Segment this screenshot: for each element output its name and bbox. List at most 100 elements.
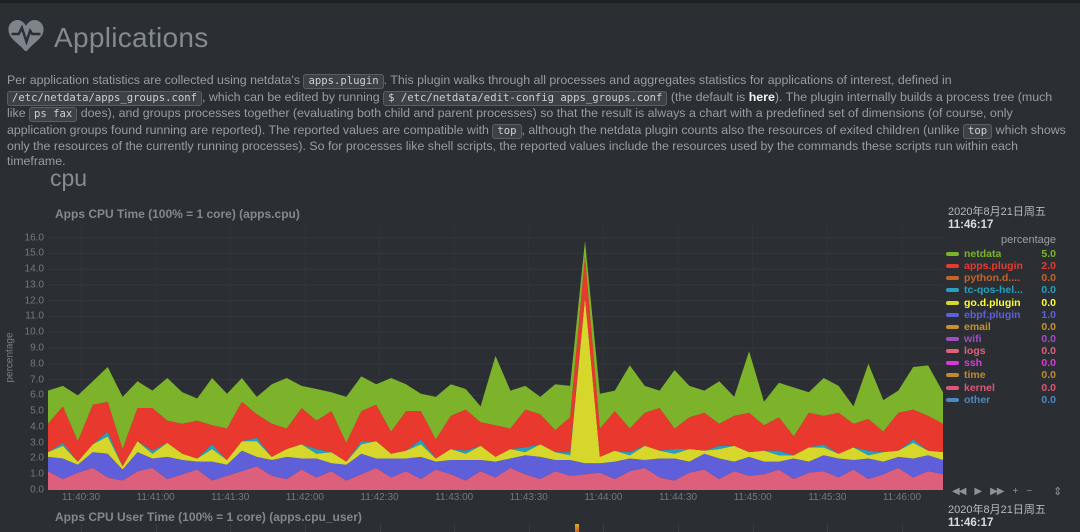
inline-code: top xyxy=(492,123,522,139)
legend-item-logs[interactable]: logs 0.0 xyxy=(946,345,1056,357)
chart1-title: Apps CPU Time (100% = 1 core) (apps.cpu) xyxy=(55,207,300,221)
legend-swatch xyxy=(946,373,959,378)
zoom-in-icon[interactable]: + xyxy=(1012,486,1018,497)
legend-label: apps.plugin xyxy=(964,260,1023,273)
legend-item-email[interactable]: email 0.0 xyxy=(946,321,1056,333)
x-tick-label: 11:42:00 xyxy=(285,492,324,503)
legend-label: logs xyxy=(964,345,986,358)
chart2-gridline xyxy=(81,524,82,532)
chart2-gridline xyxy=(603,524,604,532)
legend-item-other[interactable]: other 0.0 xyxy=(946,394,1056,406)
legend-swatch xyxy=(946,288,959,293)
legend-item-wifi[interactable]: wifi 0.0 xyxy=(946,333,1056,345)
legend-item-apps-plugin[interactable]: apps.plugin 2.0 xyxy=(946,260,1056,272)
chart2-plot-sliver[interactable] xyxy=(48,524,943,532)
y-tick-label: 6.0 xyxy=(30,389,44,401)
intro-text: (the default is xyxy=(667,89,749,104)
x-tick-label: 11:46:00 xyxy=(882,492,922,503)
y-tick-label: 7.0 xyxy=(30,374,44,386)
legend-value: 0.0 xyxy=(1041,345,1056,358)
y-tick-label: 0.0 xyxy=(30,484,44,496)
legend-value: 0.0 xyxy=(1041,333,1056,346)
chart2-title: Apps CPU User Time (100% = 1 core) (apps… xyxy=(55,510,362,524)
legend-label: go.d.plugin xyxy=(964,296,1021,309)
legend-value: 0.0 xyxy=(1041,381,1056,394)
y-tick-label: 15.0 xyxy=(24,247,44,259)
here-link[interactable]: here xyxy=(749,90,775,104)
x-tick-label: 11:40:30 xyxy=(61,492,101,503)
legend-value: 0.0 xyxy=(1041,357,1056,370)
legend-item-time[interactable]: time 0.0 xyxy=(946,369,1056,381)
legend-label: ssh xyxy=(964,357,983,370)
legend-item-go-d-plugin[interactable]: go.d.plugin 0.0 xyxy=(946,297,1056,309)
legend-value: 0.0 xyxy=(1041,284,1056,297)
zoom-out-icon[interactable]: − xyxy=(1026,486,1032,497)
chart2-gridline xyxy=(305,524,306,532)
intro-text: , which can be edited by running xyxy=(201,89,384,104)
legend-value: 0.0 xyxy=(1041,369,1056,382)
legend-label: python.d.... xyxy=(964,272,1020,285)
pan-backward-icon[interactable]: ◀◀ xyxy=(952,486,966,497)
legend-label: email xyxy=(964,320,991,333)
x-tick-label: 11:45:30 xyxy=(808,492,847,503)
intro-text: Per application statistics are collected… xyxy=(7,73,304,88)
legend-label: ebpf.plugin xyxy=(964,308,1021,321)
legend-item-python-d-[interactable]: python.d.... 0.0 xyxy=(946,272,1056,284)
legend-swatch xyxy=(946,264,959,269)
chart2-gridline xyxy=(753,524,754,532)
legend-item-ssh[interactable]: ssh 0.0 xyxy=(946,357,1056,369)
y-tick-label: 4.0 xyxy=(30,421,44,433)
legend-item-tc-qos-hel-[interactable]: tc-qos-hel... 0.0 xyxy=(946,284,1056,296)
legend-item-netdata[interactable]: netdata 5.0 xyxy=(946,248,1056,260)
y-tick-label: 16.0 xyxy=(24,232,44,244)
x-tick-label: 11:41:30 xyxy=(211,492,250,503)
chart2-gridline xyxy=(380,524,381,532)
legend-label: other xyxy=(964,393,991,406)
legend-swatch xyxy=(946,385,959,390)
resize-icon[interactable]: ⇕ xyxy=(1053,485,1062,498)
y-tick-label: 8.0 xyxy=(30,358,44,370)
y-tick-label: 11.0 xyxy=(25,310,44,322)
chart2-date: 2020年8月21日周五 xyxy=(948,504,1046,516)
y-tick-label: 1.0 xyxy=(30,468,44,480)
legend-swatch xyxy=(946,324,959,329)
legend-label: time xyxy=(964,369,986,382)
y-tick-label: 9.0 xyxy=(30,342,44,354)
chart2-gridline xyxy=(454,524,455,532)
legend-swatch xyxy=(946,252,959,257)
legend-value: 5.0 xyxy=(1041,248,1056,261)
intro-text: . This plugin walks through all processe… xyxy=(383,73,952,88)
chart2-datetime: 2020年8月21日周五 11:46:17 xyxy=(948,504,1078,530)
legend-value: 2.0 xyxy=(1041,260,1056,273)
y-tick-label: 3.0 xyxy=(30,437,44,449)
apps-cpu-chart-canvas[interactable] xyxy=(48,225,943,490)
x-tick-label: 11:45:00 xyxy=(733,492,772,503)
legend-label: kernel xyxy=(964,381,995,394)
x-tick-label: 11:43:00 xyxy=(435,492,474,503)
legend-label: wifi xyxy=(964,333,982,346)
chart2-gridline xyxy=(678,524,679,532)
legend-value: 0.0 xyxy=(1041,393,1056,406)
chart2-gridline xyxy=(230,524,231,532)
intro-paragraph: Per application statistics are collected… xyxy=(7,73,1073,169)
x-tick-label: 11:43:30 xyxy=(509,492,548,503)
chart1-legend: percentage netdata 5.0 apps.plugin 2.0 pytho… xyxy=(946,234,1056,406)
top-border xyxy=(0,0,1080,3)
chart2-gridline xyxy=(529,524,530,532)
play-icon[interactable]: ▶ xyxy=(974,486,982,497)
legend-swatch xyxy=(946,361,959,366)
inline-code: $ /etc/netdata/edit-config apps_groups.c… xyxy=(383,90,668,106)
chart1-date: 2020年8月21日周五 xyxy=(948,206,1046,218)
x-tick-label: 11:41:00 xyxy=(136,492,175,503)
y-tick-label: 5.0 xyxy=(30,405,44,417)
pan-forward-icon[interactable]: ▶▶ xyxy=(990,486,1004,497)
legend-swatch xyxy=(946,337,959,342)
legend-swatch xyxy=(946,312,959,317)
intro-text: , although the netdata plugin counts als… xyxy=(521,122,964,137)
legend-swatch xyxy=(946,276,959,281)
chart1-time: 11:46:17 xyxy=(948,219,994,231)
y-tick-label: 10.0 xyxy=(24,326,44,338)
legend-item-kernel[interactable]: kernel 0.0 xyxy=(946,382,1056,394)
chart2-time: 11:46:17 xyxy=(948,517,994,529)
legend-item-ebpf-plugin[interactable]: ebpf.plugin 1.0 xyxy=(946,309,1056,321)
